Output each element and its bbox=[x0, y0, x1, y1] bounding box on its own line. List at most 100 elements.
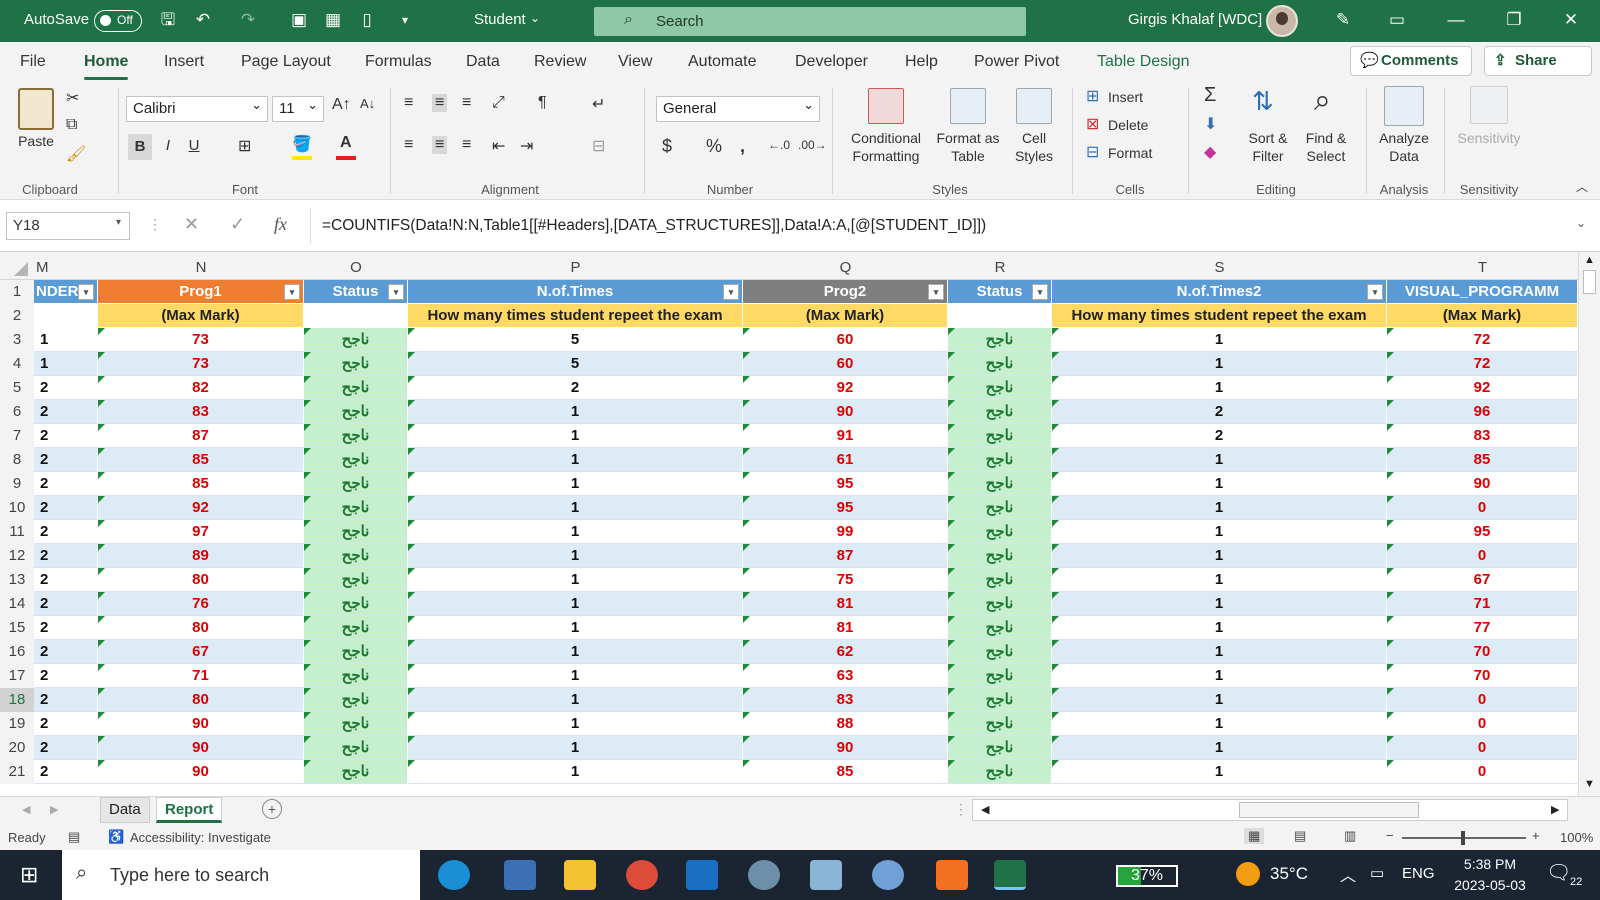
table-cell[interactable]: 90 bbox=[743, 400, 948, 424]
table-cell[interactable]: 2 bbox=[34, 592, 98, 616]
table-cell[interactable]: 76 bbox=[98, 592, 304, 616]
row-header[interactable]: 10 bbox=[0, 496, 34, 520]
table-cell[interactable]: 0 bbox=[1387, 736, 1578, 760]
cut-icon[interactable]: ✂ bbox=[66, 88, 79, 108]
table-cell[interactable]: ناجح bbox=[948, 448, 1052, 472]
table-cell[interactable]: 60 bbox=[743, 328, 948, 352]
merge-center-icon[interactable]: ⊟ bbox=[592, 136, 605, 156]
orange-app-icon[interactable] bbox=[936, 860, 968, 890]
table-cell[interactable]: 1 bbox=[1052, 616, 1387, 640]
notifications-icon[interactable]: 🗨 bbox=[1546, 860, 1571, 885]
table-cell[interactable]: 87 bbox=[98, 424, 304, 448]
calculator-icon[interactable] bbox=[504, 860, 536, 890]
table-cell[interactable]: ناجح bbox=[304, 352, 408, 376]
tab-developer[interactable]: Developer bbox=[795, 53, 868, 71]
table-subheader-cell[interactable] bbox=[948, 304, 1052, 328]
zoom-slider-thumb[interactable] bbox=[1461, 831, 1465, 845]
spreadsheet-grid[interactable]: M N O P Q R S T 1 2 3 4 5 6 7 8 9 10 11 12 13 14 15 16 17 18 19 20 2… bbox=[0, 252, 1600, 796]
conditional-formatting-button[interactable]: Conditional Formatting bbox=[836, 129, 936, 165]
undo-icon[interactable]: ↶ bbox=[192, 9, 214, 31]
format-cells-icon[interactable]: ⊟ bbox=[1086, 142, 1099, 162]
insert-cells-button[interactable]: Insert bbox=[1108, 88, 1143, 106]
add-sheet-icon[interactable]: + bbox=[262, 799, 282, 819]
row-header[interactable]: 11 bbox=[0, 520, 34, 544]
row-header[interactable]: 21 bbox=[0, 760, 34, 784]
format-painter-icon[interactable]: 🖌 bbox=[66, 144, 86, 164]
insert-cells-icon[interactable]: ⊞ bbox=[1086, 86, 1099, 106]
format-as-table-button[interactable]: Format as Table bbox=[930, 129, 1006, 165]
file-explorer-icon[interactable] bbox=[564, 860, 596, 890]
filter-dropdown-icon[interactable]: ▾ bbox=[1032, 284, 1048, 300]
restore-icon[interactable]: ❐ bbox=[1503, 9, 1525, 31]
sheet-tab-report[interactable]: Report bbox=[156, 797, 223, 823]
avatar[interactable] bbox=[1266, 5, 1298, 37]
scroll-thumb[interactable] bbox=[1583, 270, 1596, 294]
table-cell[interactable]: 1 bbox=[1052, 448, 1387, 472]
table-cell[interactable]: 72 bbox=[1387, 328, 1578, 352]
column-header[interactable]: O bbox=[304, 256, 408, 280]
table-subheader-cell[interactable]: How many times student repeet the exam bbox=[1052, 304, 1387, 328]
table-cell[interactable]: ناجح bbox=[948, 472, 1052, 496]
align-top-icon[interactable]: ≡ bbox=[404, 94, 413, 112]
table-cell[interactable]: ناجح bbox=[304, 520, 408, 544]
clock-time[interactable]: 5:38 PM bbox=[1448, 856, 1532, 872]
underline-button[interactable]: U bbox=[186, 137, 202, 155]
filter-dropdown-icon[interactable]: ▾ bbox=[928, 284, 944, 300]
currency-button[interactable]: $ bbox=[662, 136, 672, 157]
table-cell[interactable]: 2 bbox=[34, 448, 98, 472]
row-header[interactable]: 4 bbox=[0, 352, 34, 376]
clear-icon[interactable]: ◆ bbox=[1204, 142, 1216, 162]
column-header[interactable]: Q bbox=[743, 256, 948, 280]
table-cell[interactable]: 1 bbox=[34, 352, 98, 376]
table-cell[interactable]: 2 bbox=[34, 400, 98, 424]
horizontal-scrollbar[interactable]: ◀ ▶ bbox=[972, 799, 1568, 821]
row-header[interactable]: 1 bbox=[0, 280, 34, 304]
table-cell[interactable]: 0 bbox=[1387, 496, 1578, 520]
table-cell[interactable]: 85 bbox=[98, 472, 304, 496]
table-cell[interactable]: 2 bbox=[34, 424, 98, 448]
table-cell[interactable]: 1 bbox=[408, 688, 743, 712]
table-cell[interactable]: 2 bbox=[34, 712, 98, 736]
table-cell[interactable]: 67 bbox=[98, 640, 304, 664]
table-cell[interactable]: 2 bbox=[34, 736, 98, 760]
filter-dropdown-icon[interactable]: ▾ bbox=[78, 284, 94, 300]
table-cell[interactable]: 73 bbox=[98, 328, 304, 352]
percent-button[interactable]: % bbox=[706, 136, 722, 157]
table-cell[interactable]: 5 bbox=[408, 328, 743, 352]
font-size-select[interactable]: 11 bbox=[272, 93, 324, 122]
table-cell[interactable]: 70 bbox=[1387, 664, 1578, 688]
text-direction-icon[interactable]: ¶ bbox=[538, 94, 547, 112]
delete-cells-icon[interactable]: ⊠ bbox=[1086, 114, 1099, 134]
close-icon[interactable]: ✕ bbox=[1560, 9, 1582, 31]
column-header[interactable]: P bbox=[408, 256, 743, 280]
row-header[interactable]: 12 bbox=[0, 544, 34, 568]
table-cell[interactable]: 90 bbox=[98, 760, 304, 784]
table-header-cell[interactable]: N.of.Times2 ▾ bbox=[1052, 280, 1387, 304]
select-all-icon[interactable] bbox=[14, 262, 28, 276]
table-cell[interactable]: 60 bbox=[743, 352, 948, 376]
table-cell[interactable]: 83 bbox=[1387, 424, 1578, 448]
table-cell[interactable]: 90 bbox=[98, 736, 304, 760]
table-cell[interactable]: 1 bbox=[1052, 544, 1387, 568]
table-cell[interactable]: 2 bbox=[1052, 400, 1387, 424]
touch-mode-icon[interactable]: ▣ bbox=[288, 9, 310, 31]
table-cell[interactable]: 1 bbox=[1052, 760, 1387, 784]
table-cell[interactable]: 0 bbox=[1387, 688, 1578, 712]
table-cell[interactable]: 1 bbox=[408, 472, 743, 496]
redo-icon[interactable]: ↷ bbox=[237, 9, 259, 31]
table-cell[interactable]: 87 bbox=[743, 544, 948, 568]
table-cell[interactable]: 92 bbox=[1387, 376, 1578, 400]
filter-dropdown-icon[interactable]: ▾ bbox=[388, 284, 404, 300]
tab-automate[interactable]: Automate bbox=[688, 53, 756, 71]
cell-styles-button[interactable]: Cell Styles bbox=[1004, 129, 1064, 165]
filter-dropdown-icon[interactable]: ▾ bbox=[723, 284, 739, 300]
table-cell[interactable]: 2 bbox=[34, 520, 98, 544]
new-file-icon[interactable]: ▯ bbox=[356, 9, 378, 31]
row-header[interactable]: 15 bbox=[0, 616, 34, 640]
autosum-icon[interactable]: Σ bbox=[1204, 84, 1216, 107]
table-cell[interactable]: ناجح bbox=[304, 736, 408, 760]
scroll-down-icon[interactable]: ▼ bbox=[1584, 778, 1595, 790]
table-cell[interactable]: 2 bbox=[34, 688, 98, 712]
chrome-icon[interactable] bbox=[626, 860, 658, 890]
table-cell[interactable]: ناجح bbox=[304, 376, 408, 400]
